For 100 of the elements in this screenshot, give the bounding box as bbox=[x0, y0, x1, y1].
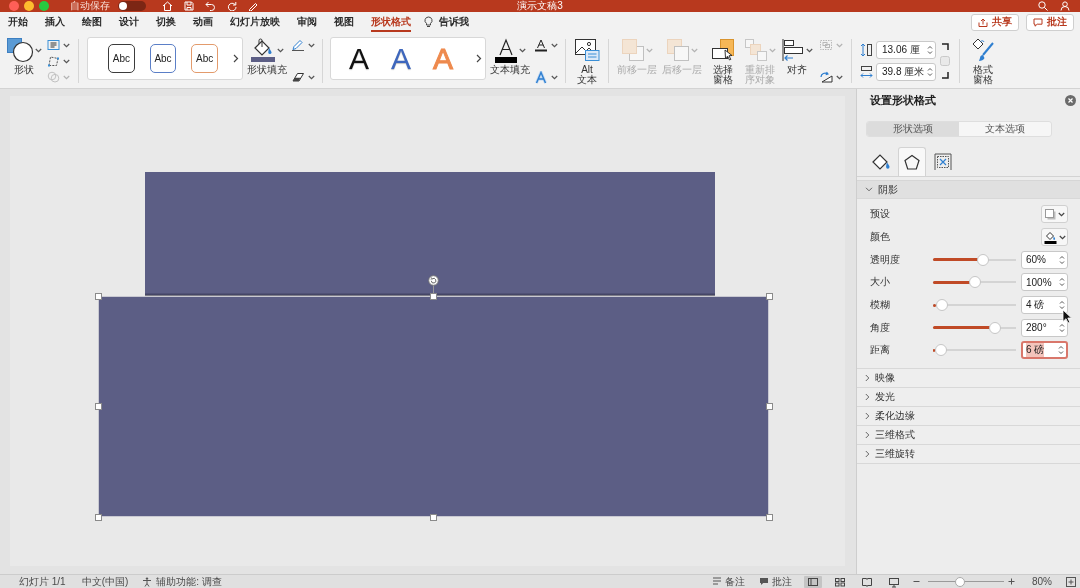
minus-icon[interactable] bbox=[912, 578, 920, 585]
option-tab[interactable]: 文本选项 bbox=[959, 122, 1051, 136]
fit-to-window-icon[interactable] bbox=[1065, 576, 1076, 587]
image-text-icon bbox=[574, 38, 600, 62]
shapes-button[interactable]: 形状 bbox=[6, 37, 42, 75]
slider-thumb[interactable] bbox=[976, 253, 989, 266]
corner-bracket-icon[interactable] bbox=[941, 43, 949, 51]
wordart-style-preset[interactable]: A bbox=[349, 42, 369, 75]
slider-thumb[interactable] bbox=[935, 344, 948, 357]
caret-icon[interactable] bbox=[308, 42, 315, 48]
search-icon[interactable] bbox=[1038, 1, 1048, 11]
notes-button[interactable]: 备注 bbox=[711, 575, 745, 588]
caret-icon[interactable] bbox=[551, 42, 558, 48]
comments-button[interactable]: 批注 bbox=[758, 575, 792, 588]
shape-fill-button[interactable]: 形状填充 bbox=[246, 37, 288, 75]
rotate-handle[interactable] bbox=[428, 275, 439, 293]
square-shadow-icon bbox=[1044, 208, 1056, 220]
pencil-icon[interactable] bbox=[291, 39, 305, 51]
shape-style-preset[interactable]: Abc bbox=[108, 44, 135, 73]
tell-me-search[interactable]: 告诉我 bbox=[439, 15, 469, 29]
pentagon-icon bbox=[903, 153, 921, 171]
height-field[interactable]: 13.06 厘 bbox=[876, 41, 936, 59]
text-fill-button[interactable]: 文本填充 bbox=[489, 37, 531, 75]
menu-tab[interactable]: 动画 bbox=[193, 12, 213, 32]
shadow-color-button[interactable] bbox=[1041, 228, 1068, 247]
window-cursor-icon bbox=[711, 38, 735, 62]
section-header[interactable]: 阴影 bbox=[857, 180, 1080, 199]
comment-button[interactable]: 批注 bbox=[1026, 13, 1074, 31]
spin-field[interactable]: 4 磅 bbox=[1021, 296, 1068, 315]
resize-handle[interactable] bbox=[94, 292, 102, 300]
shape-style-preset[interactable]: Abc bbox=[191, 44, 218, 73]
menu-tab[interactable]: 审阅 bbox=[297, 12, 317, 32]
language-label[interactable]: 中文(中国) bbox=[81, 575, 129, 588]
caret-icon[interactable] bbox=[551, 74, 558, 80]
rotate-arrow-icon[interactable] bbox=[819, 71, 833, 83]
edit-shape-icon[interactable] bbox=[47, 55, 60, 67]
resize-handle[interactable] bbox=[765, 513, 773, 521]
text-box-icon[interactable] bbox=[47, 39, 60, 51]
resize-handle[interactable] bbox=[430, 513, 437, 521]
autosave-toggle[interactable] bbox=[118, 1, 146, 11]
chevron-right-icon[interactable] bbox=[233, 54, 239, 63]
slider-thumb[interactable] bbox=[968, 276, 981, 289]
spin-field[interactable]: 100% bbox=[1021, 273, 1068, 292]
format-pane-button[interactable]: 格式 窗格 bbox=[969, 37, 997, 85]
window-title: 演示文稿3 bbox=[517, 0, 563, 12]
letter-a-underline-icon[interactable] bbox=[534, 38, 548, 52]
option-tab[interactable]: 形状选项 bbox=[867, 122, 959, 136]
shape-style-preset[interactable]: Abc bbox=[149, 44, 177, 73]
plus-icon[interactable] bbox=[1007, 578, 1015, 585]
normal-view-icon[interactable] bbox=[803, 575, 822, 588]
chevron-right-icon[interactable] bbox=[476, 54, 482, 63]
menu-tab[interactable]: 开始 bbox=[8, 12, 28, 32]
resize-handle[interactable] bbox=[94, 403, 102, 410]
paint-bucket-icon bbox=[1043, 230, 1057, 244]
speech-bubble-icon bbox=[1033, 17, 1043, 27]
save-icon[interactable] bbox=[184, 1, 194, 11]
accessibility-status[interactable]: 辅助功能: 调查 bbox=[156, 575, 222, 588]
resize-handle[interactable] bbox=[765, 403, 773, 410]
slider-thumb[interactable] bbox=[936, 299, 949, 312]
width-field[interactable]: 39.8 厘米 bbox=[876, 63, 936, 81]
window-zoom-icon[interactable] bbox=[39, 1, 49, 11]
caret-icon[interactable] bbox=[63, 42, 70, 48]
resize-handle[interactable] bbox=[765, 292, 773, 300]
lock-checkbox[interactable] bbox=[940, 56, 950, 66]
redo-icon[interactable] bbox=[227, 1, 237, 11]
alt-text-button[interactable]: Alt 文本 bbox=[573, 37, 601, 85]
caret-icon[interactable] bbox=[836, 74, 843, 80]
slanted-shape-icon[interactable] bbox=[291, 71, 305, 83]
house-icon[interactable] bbox=[162, 1, 173, 11]
glowing-letter-a-icon[interactable] bbox=[534, 70, 548, 84]
caret-icon[interactable] bbox=[308, 74, 315, 80]
autosave-label: 自动保存 bbox=[70, 0, 110, 12]
align-button[interactable]: 对齐 bbox=[780, 37, 814, 75]
slider-thumb[interactable] bbox=[989, 321, 1002, 334]
corner-bracket-icon[interactable] bbox=[941, 71, 949, 79]
wordart-style-preset[interactable]: A bbox=[391, 42, 412, 75]
resize-handle[interactable] bbox=[94, 513, 102, 521]
spin-field[interactable]: 6 磅 bbox=[1021, 341, 1068, 360]
zoom-slider-thumb[interactable] bbox=[954, 576, 965, 587]
zoom-level[interactable]: 80% bbox=[1031, 575, 1052, 588]
menu-tab[interactable]: 设计 bbox=[119, 12, 139, 32]
undo-icon[interactable] bbox=[205, 1, 216, 11]
resize-handle[interactable] bbox=[430, 292, 437, 300]
caret-icon[interactable] bbox=[63, 58, 70, 64]
menu-tab[interactable]: 视图 bbox=[334, 12, 354, 32]
spin-field[interactable]: 280° bbox=[1021, 318, 1068, 337]
accessibility-icon bbox=[142, 576, 153, 587]
window-minimize-icon[interactable] bbox=[24, 1, 34, 11]
caret-icon bbox=[691, 47, 698, 53]
share-button[interactable]: 共享 bbox=[971, 13, 1019, 31]
effects-tab[interactable] bbox=[898, 147, 926, 176]
menu-tab[interactable]: 切换 bbox=[156, 12, 176, 32]
spin-field[interactable]: 60% bbox=[1021, 250, 1068, 269]
user-icon[interactable] bbox=[1060, 1, 1070, 11]
menu-tab[interactable]: 幻灯片放映 bbox=[230, 12, 280, 32]
menu-tab[interactable]: 绘图 bbox=[82, 12, 102, 32]
menu-tab[interactable]: 插入 bbox=[45, 12, 65, 32]
pen-icon[interactable] bbox=[248, 1, 259, 11]
close-icon[interactable] bbox=[1065, 94, 1076, 106]
selection-pane-button[interactable]: 选择 窗格 bbox=[706, 37, 740, 85]
